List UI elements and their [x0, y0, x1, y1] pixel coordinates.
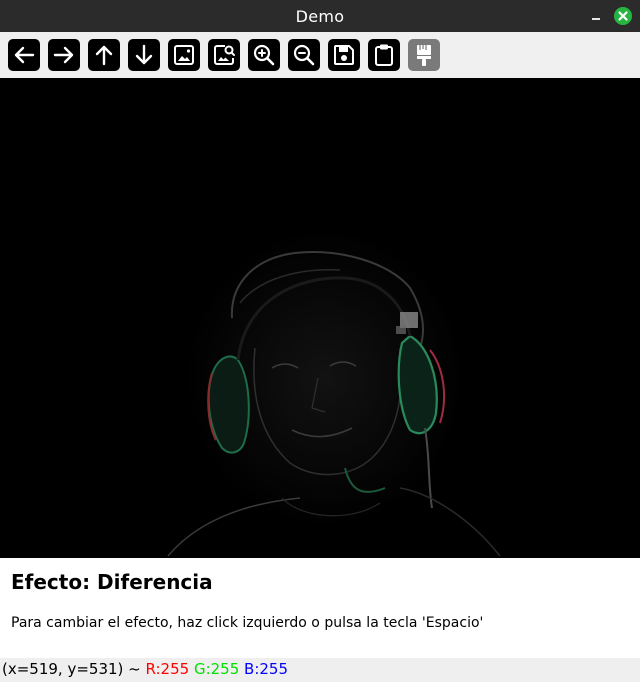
save-icon [334, 45, 354, 65]
close-icon [618, 11, 628, 21]
image-icon [174, 45, 194, 65]
toolbar [0, 32, 640, 78]
pan-left-button[interactable] [8, 39, 40, 71]
pan-up-button[interactable] [88, 39, 120, 71]
close-button[interactable] [614, 7, 632, 25]
image-search-icon [214, 45, 235, 65]
paint-brush-icon [417, 45, 431, 66]
minimize-button[interactable] [589, 9, 603, 23]
status-bar: (x=519, y=531) ~ R:255 G:255 B:255 [0, 658, 640, 682]
pan-right-button[interactable] [48, 39, 80, 71]
zoom-out-icon [293, 44, 315, 66]
green-value: G:255 [193, 660, 240, 678]
arrow-up-icon [95, 45, 113, 66]
properties-button[interactable] [408, 39, 440, 71]
difference-frame-image [0, 78, 640, 558]
effect-hint: Para cambiar el efecto, haz click izquie… [11, 615, 484, 631]
pan-down-button[interactable] [128, 39, 160, 71]
effect-title: Efecto: Diferencia [11, 570, 213, 594]
cursor-coordinates: (x=519, y=531) ~ [2, 660, 141, 678]
zoom-out-button[interactable] [288, 39, 320, 71]
copy-to-clipboard-button[interactable] [368, 39, 400, 71]
blue-value: B:255 [244, 660, 289, 678]
reset-view-button[interactable] [168, 39, 200, 71]
zoom-in-button[interactable] [248, 39, 280, 71]
camera-view[interactable] [0, 78, 640, 558]
fit-view-button[interactable] [208, 39, 240, 71]
arrow-right-icon [53, 46, 74, 64]
arrow-left-icon [14, 46, 35, 64]
clipboard-icon [375, 44, 393, 66]
effect-panel: Efecto: Diferencia Para cambiar el efect… [0, 558, 640, 658]
title-bar: Demo [0, 0, 640, 32]
arrow-down-icon [135, 44, 153, 65]
save-button[interactable] [328, 39, 360, 71]
zoom-in-icon [253, 44, 275, 66]
red-value: R:255 [145, 660, 190, 678]
minimize-icon [592, 18, 600, 20]
status-line: (x=519, y=531) ~ R:255 G:255 B:255 [2, 660, 288, 678]
window-title: Demo [295, 7, 345, 26]
